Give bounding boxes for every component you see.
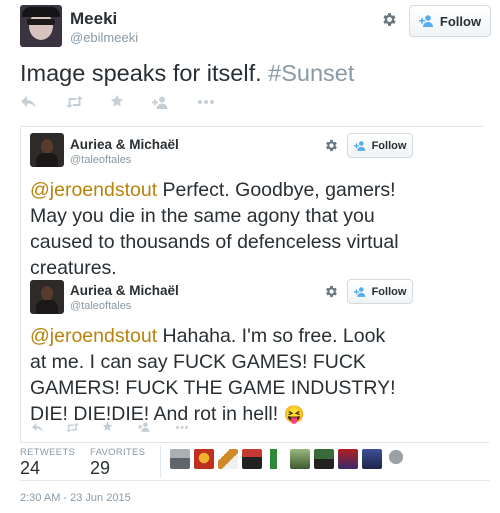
handle[interactable]: @taleoftales bbox=[70, 300, 131, 312]
avatar[interactable] bbox=[30, 280, 64, 314]
avatar-body bbox=[36, 153, 58, 167]
star-icon bbox=[102, 421, 112, 431]
retweet-icon bbox=[65, 96, 83, 108]
favorites-count[interactable]: 29 bbox=[90, 458, 110, 479]
quoted-tweet-text: @jeroendstout Perfect. Goodbye, gamers! … bbox=[30, 177, 399, 281]
favorite-button[interactable] bbox=[100, 419, 114, 433]
retweet-button[interactable] bbox=[63, 420, 81, 434]
tweet-text: Image speaks for itself. #Sunset bbox=[20, 60, 354, 87]
gear-icon[interactable] bbox=[324, 284, 339, 299]
avatar-body bbox=[36, 300, 58, 314]
follow-button[interactable]: Follow bbox=[347, 279, 413, 304]
star-icon bbox=[110, 94, 124, 107]
reply-icon bbox=[31, 422, 43, 432]
more-button[interactable] bbox=[174, 420, 190, 434]
follow-action-button[interactable] bbox=[150, 93, 170, 111]
retweets-label[interactable]: RETWEETS bbox=[20, 447, 75, 458]
text-line: @jeroendstout Hahaha. I'm so free. Look bbox=[30, 323, 396, 349]
favoriter-avatar[interactable] bbox=[194, 449, 214, 469]
follow-label: Follow bbox=[371, 285, 407, 298]
text-line: DIE! DIE!DIE! And rot in hell! 😝 bbox=[30, 401, 396, 428]
timestamp[interactable]: 2:30 AM - 23 Jun 2015 bbox=[20, 492, 131, 504]
text-line: @jeroendstout Perfect. Goodbye, gamers! bbox=[30, 177, 399, 203]
display-name[interactable]: Auriea & Michaël bbox=[70, 137, 179, 152]
display-name[interactable]: Auriea & Michaël bbox=[70, 283, 179, 298]
display-name[interactable]: Meeki bbox=[70, 9, 117, 29]
favoriter-avatar[interactable] bbox=[218, 449, 238, 469]
retweet-icon bbox=[65, 422, 79, 432]
stats-top-divider bbox=[20, 442, 490, 443]
follow-label: Follow bbox=[439, 13, 482, 29]
stats-bottom-divider bbox=[20, 480, 490, 481]
retweets-count[interactable]: 24 bbox=[20, 458, 40, 479]
add-user-icon bbox=[138, 422, 150, 432]
follow-label: Follow bbox=[371, 139, 407, 152]
handle[interactable]: @taleoftales bbox=[70, 154, 131, 166]
add-user-icon bbox=[418, 15, 435, 27]
gear-icon[interactable] bbox=[381, 11, 398, 28]
reply-button[interactable] bbox=[18, 93, 38, 111]
add-user-icon bbox=[353, 286, 367, 297]
hashtag-link[interactable]: #Sunset bbox=[268, 60, 354, 86]
mention-link[interactable]: @jeroendstout bbox=[30, 179, 157, 201]
gear-icon[interactable] bbox=[324, 138, 339, 153]
handle[interactable]: @ebilmeeki bbox=[70, 30, 138, 45]
avatar[interactable] bbox=[20, 5, 62, 47]
reply-icon bbox=[20, 96, 36, 108]
favoriter-avatar[interactable] bbox=[386, 449, 406, 469]
more-icon bbox=[198, 100, 214, 104]
favoriter-avatar[interactable] bbox=[362, 449, 382, 469]
stats-separator bbox=[160, 446, 161, 478]
text-line: GAMERS! FUCK THE GAME INDUSTRY! bbox=[30, 377, 396, 399]
text-line: caused to thousands of defenceless virtu… bbox=[30, 231, 399, 253]
text-segment: Perfect. Goodbye, gamers! bbox=[157, 179, 396, 201]
text-line: at me. I can say FUCK GAMES! FUCK bbox=[30, 351, 366, 373]
emoji: 😝 bbox=[283, 405, 305, 424]
quoted-tweet-text: @jeroendstout Hahaha. I'm so free. Look … bbox=[30, 323, 396, 428]
add-user-icon bbox=[152, 96, 168, 109]
follow-button[interactable]: Follow bbox=[347, 133, 413, 158]
favoriter-avatar[interactable] bbox=[338, 449, 358, 469]
avatar-face bbox=[41, 286, 53, 301]
favoriter-avatar[interactable] bbox=[290, 449, 310, 469]
avatar-face bbox=[41, 139, 53, 154]
more-button[interactable] bbox=[196, 93, 216, 111]
add-user-icon bbox=[353, 140, 367, 151]
favorites-label[interactable]: FAVORITES bbox=[90, 447, 145, 458]
avatar-glasses bbox=[27, 19, 55, 25]
reply-button[interactable] bbox=[29, 420, 45, 434]
more-icon bbox=[176, 425, 188, 429]
favoriter-avatar[interactable] bbox=[266, 449, 286, 469]
favoriter-avatar[interactable] bbox=[242, 449, 262, 469]
favoriter-avatar[interactable] bbox=[314, 449, 334, 469]
follow-action-button[interactable] bbox=[136, 420, 152, 434]
retweet-button[interactable] bbox=[63, 93, 85, 111]
text-line: creatures. bbox=[30, 257, 117, 279]
avatar-hair bbox=[22, 7, 60, 17]
text-segment: Hahaha. I'm so free. Look bbox=[157, 325, 386, 347]
text-line: May you die in the same agony that you bbox=[30, 205, 375, 227]
tweet-body: Image speaks for itself. bbox=[20, 60, 269, 86]
favoriter-avatar[interactable] bbox=[170, 449, 190, 469]
avatar[interactable] bbox=[30, 133, 64, 167]
favorite-button[interactable] bbox=[108, 92, 126, 110]
follow-button[interactable]: Follow bbox=[409, 5, 491, 37]
mention-link[interactable]: @jeroendstout bbox=[30, 325, 157, 347]
